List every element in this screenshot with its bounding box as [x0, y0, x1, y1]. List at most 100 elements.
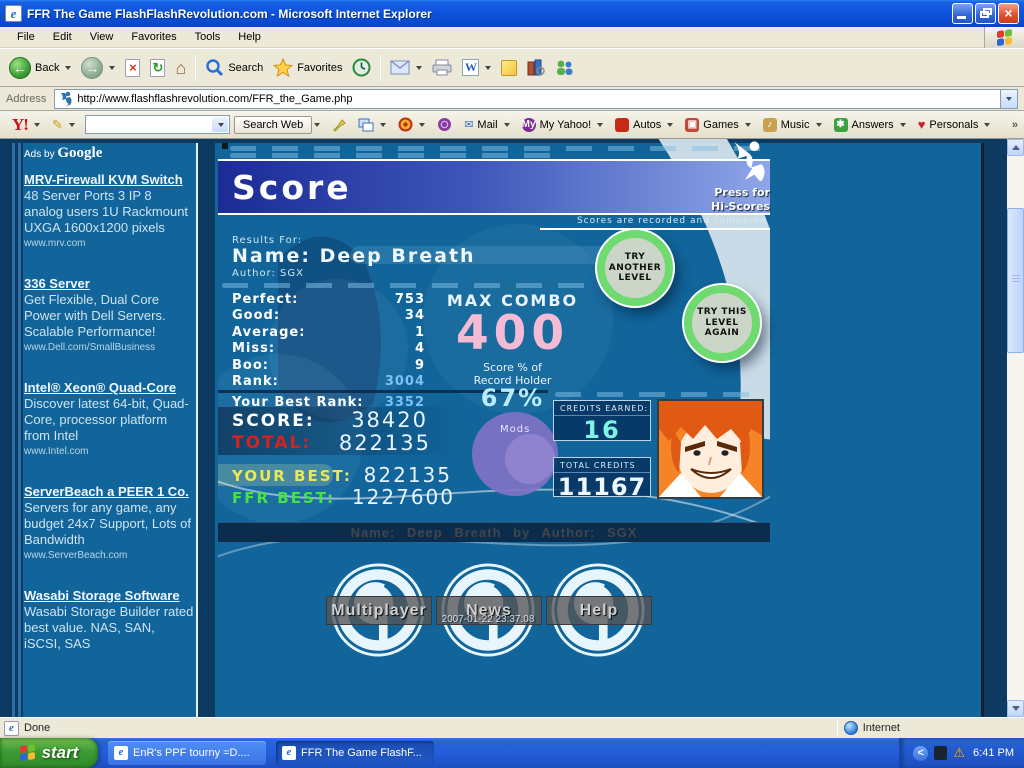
song-footer-bar: Name: Deep Breath by Author: SGX	[218, 522, 770, 542]
ad-url: www.Intel.com	[24, 446, 89, 457]
start-button[interactable]: start	[0, 738, 98, 768]
close-button[interactable]: ×	[998, 3, 1019, 24]
toolbar-overflow-button[interactable]: »	[1012, 119, 1018, 131]
home-icon: ⌂	[175, 57, 187, 78]
minimize-button[interactable]	[952, 3, 973, 24]
back-dropdown-icon[interactable]	[65, 65, 72, 70]
music-menu[interactable]: ♪ Music	[757, 117, 828, 132]
ad-link[interactable]: 336 Server	[24, 276, 194, 292]
highlighter-button[interactable]	[326, 118, 352, 132]
target-button[interactable]	[392, 117, 431, 132]
menu-view[interactable]: View	[81, 28, 123, 46]
menu-favorites[interactable]: Favorites	[122, 28, 185, 46]
edit-with-word-button[interactable]: W	[457, 52, 496, 84]
credits-earned-box: CREDITS EARNED: 16	[553, 400, 651, 444]
scrollbar-grip	[1012, 275, 1020, 283]
refresh-icon: ↻	[150, 58, 166, 77]
yahoo-logo-dropdown-icon[interactable]	[33, 122, 40, 127]
stat-value: 4	[414, 341, 425, 357]
ad-item: Wasabi Storage Software Wasabi Storage B…	[24, 588, 194, 652]
try-this-level-again-button[interactable]: TRY THIS LEVEL AGAIN	[684, 285, 760, 361]
ad-link[interactable]: MRV-Firewall KVM Switch	[24, 172, 194, 188]
personals-menu[interactable]: ♥ Personals	[912, 117, 997, 132]
combo-block: MAX COMBO 400 Score % of Record Holder 6…	[430, 291, 595, 410]
search-web-dropdown-icon[interactable]	[314, 122, 321, 127]
tray-app-icon[interactable]	[934, 746, 948, 760]
song-author: Author: SGX	[232, 268, 304, 279]
ad-link[interactable]: Wasabi Storage Software	[24, 588, 194, 604]
history-button[interactable]	[347, 52, 376, 84]
taskbar: start e EnR's PPF tourny =D.... e FFR Th…	[0, 738, 1024, 768]
scrollbar-thumb[interactable]	[1007, 208, 1024, 353]
yahoo-mail-menu[interactable]: ✉ Mail	[458, 118, 515, 131]
my-yahoo-menu[interactable]: My My Yahoo!	[516, 117, 610, 132]
stop-x: ×	[129, 59, 137, 75]
my-yahoo-dropdown-icon	[597, 122, 604, 127]
ad-link[interactable]: ServerBeach a PEER 1 Co.	[24, 484, 194, 500]
address-input[interactable]: http://www.flashflashrevolution.com/FFR_…	[54, 88, 1018, 109]
search-button[interactable]: Search	[200, 52, 268, 84]
taskbar-clock: 6:41 PM	[973, 747, 1014, 759]
score-value: 38420	[351, 408, 428, 432]
menu-tools[interactable]: Tools	[186, 28, 230, 46]
search-label: Search	[228, 61, 264, 74]
personals-dropdown-icon	[984, 122, 991, 127]
mail-dropdown-icon[interactable]	[416, 65, 423, 70]
taskbar-task-2[interactable]: e FFR The Game FlashF...	[276, 741, 434, 765]
help-label-bar[interactable]: Help	[546, 596, 652, 625]
minimize-icon	[957, 16, 966, 19]
stop-button[interactable]: ×	[120, 52, 145, 84]
favorites-button[interactable]: Favorites	[268, 52, 347, 84]
refresh-button[interactable]: ↻	[145, 52, 170, 84]
forward-button[interactable]: →	[76, 52, 120, 84]
web-assistant-button[interactable]	[431, 117, 458, 132]
notes-button[interactable]	[496, 52, 522, 84]
search-web-button[interactable]: Search Web	[233, 115, 313, 134]
menu-edit[interactable]: Edit	[44, 28, 81, 46]
forward-dropdown-icon[interactable]	[109, 65, 116, 70]
record-pct-line1: Score % of	[483, 361, 542, 374]
taskbar-task-1[interactable]: e EnR's PPF tourny =D....	[108, 741, 266, 765]
tray-collapse-button[interactable]: <	[913, 745, 929, 761]
windows-flag-icon	[996, 28, 1013, 46]
research-button[interactable]	[522, 52, 550, 84]
windows-list-dropdown-icon[interactable]	[380, 122, 387, 127]
yahoo-mail-label: Mail	[477, 118, 498, 131]
menu-file[interactable]: File	[8, 28, 44, 46]
yahoo-logo-button[interactable]: Y!	[6, 115, 46, 135]
tray-warning-icon[interactable]: ⚠	[953, 746, 965, 760]
your-best-value: 822135	[363, 463, 452, 487]
hi-scores-widget[interactable]: Press for Hi-Scores	[688, 141, 770, 213]
pencil-dropdown-icon[interactable]	[68, 122, 75, 127]
scroll-down-button[interactable]	[1007, 700, 1024, 717]
windows-list-button[interactable]	[352, 118, 392, 132]
autos-menu[interactable]: Autos	[609, 117, 679, 132]
vertical-scrollbar[interactable]	[1007, 139, 1024, 717]
address-dropdown-button[interactable]	[1000, 89, 1017, 108]
messenger-button[interactable]	[550, 52, 579, 84]
back-button[interactable]: ← Back	[4, 52, 76, 84]
print-button[interactable]	[427, 52, 457, 84]
multiplayer-label-bar[interactable]: Multiplayer	[326, 596, 432, 625]
games-menu[interactable]: ▣ Games	[679, 117, 756, 132]
purple-globe-icon	[438, 118, 452, 131]
yahoo-pencil-button[interactable]: ✎	[46, 117, 81, 133]
back-label: Back	[35, 61, 60, 74]
music-label: Music	[780, 118, 810, 131]
restore-button[interactable]	[975, 3, 996, 24]
ads-by-google-label: Ads by Google	[24, 145, 194, 162]
ad-link[interactable]: Intel® Xeon® Quad-Core	[24, 380, 194, 396]
yahoo-search-history-button[interactable]	[211, 117, 228, 132]
target-dropdown-icon[interactable]	[419, 122, 426, 127]
answers-menu[interactable]: ✱ Answers	[828, 117, 912, 132]
stat-value: 3004	[384, 373, 425, 389]
scroll-up-button[interactable]	[1007, 139, 1024, 156]
home-button[interactable]: ⌂	[170, 52, 191, 84]
favorites-label: Favorites	[297, 61, 343, 74]
total-value: 822135	[338, 431, 431, 455]
try-another-level-button[interactable]: TRY ANOTHER LEVEL	[597, 230, 673, 306]
yahoo-search-input[interactable]	[84, 115, 230, 134]
menu-help[interactable]: Help	[229, 28, 270, 46]
mail-button[interactable]	[385, 52, 427, 84]
word-dropdown-icon[interactable]	[485, 65, 492, 70]
